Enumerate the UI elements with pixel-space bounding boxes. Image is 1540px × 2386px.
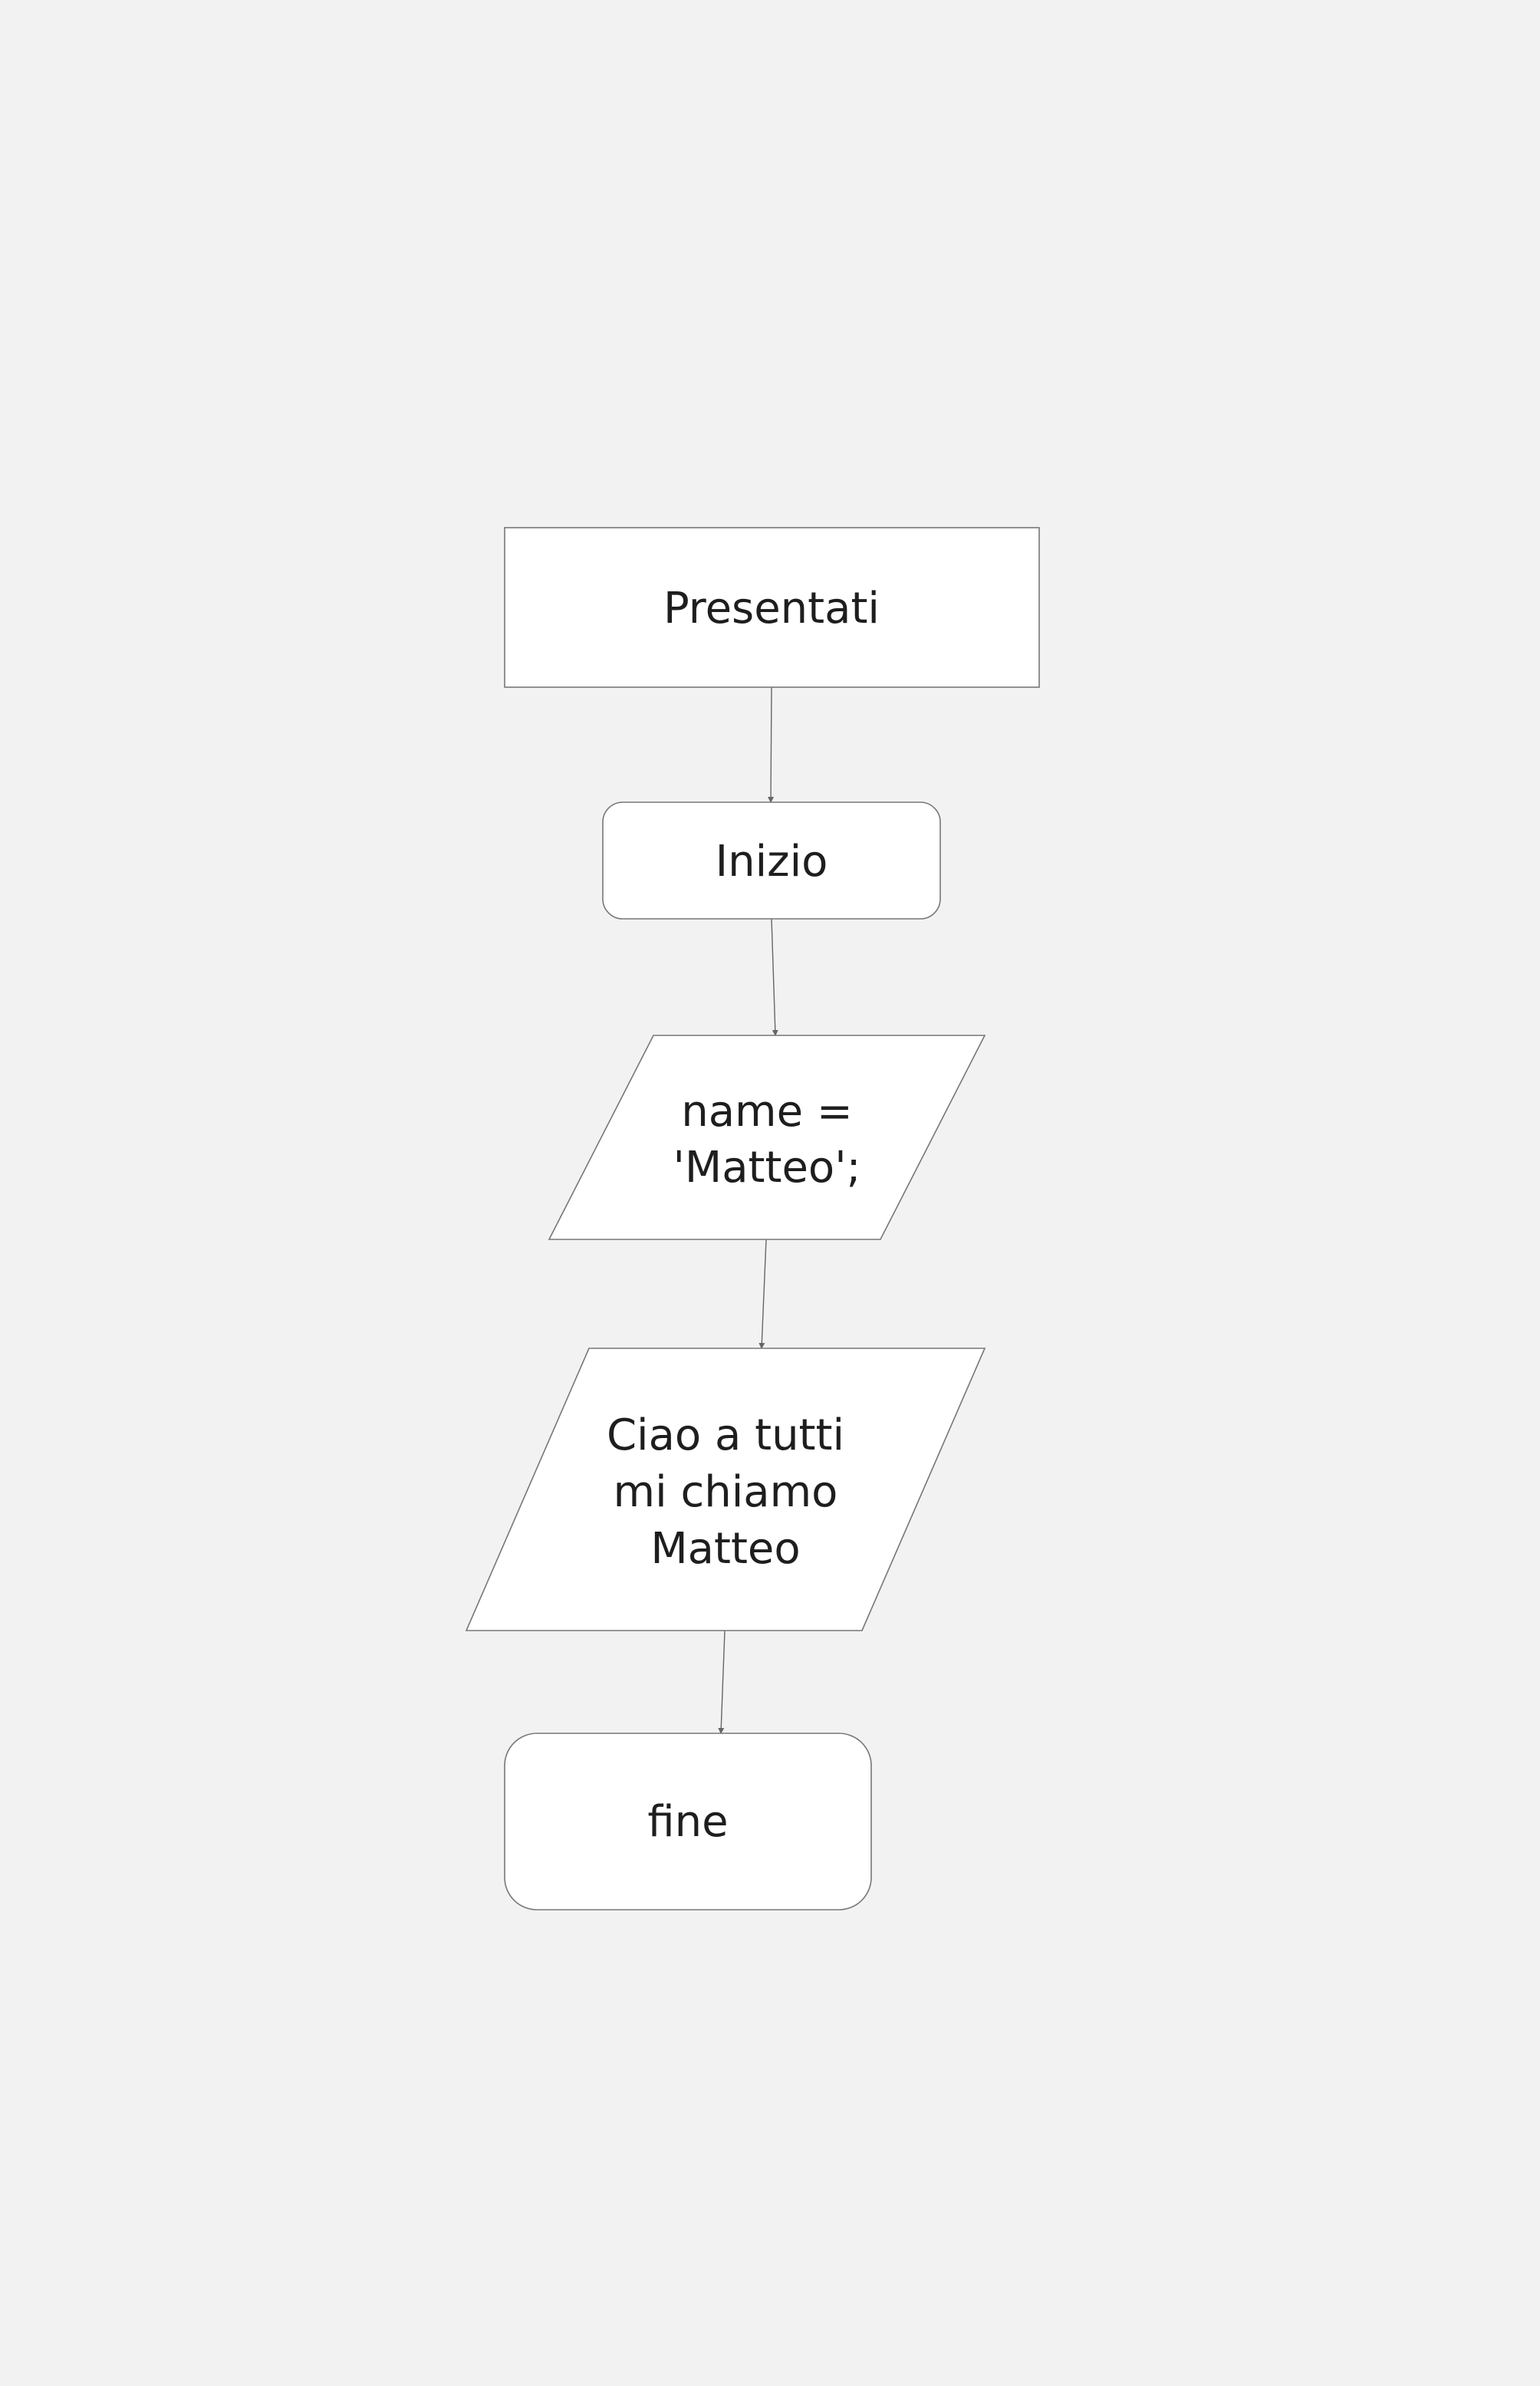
node-inizio[interactable]: Inizio (602, 801, 941, 920)
node-inizio-label: Inizio (716, 837, 828, 887)
node-assign-shape (548, 1035, 986, 1240)
connector-output-to-fine (718, 1630, 726, 1734)
node-assign-line-1: name = (681, 1087, 853, 1137)
node-assign-line-2: 'Matteo'; (673, 1143, 861, 1193)
node-output-line-1: Ciao a tutti (607, 1410, 844, 1460)
node-assign[interactable]: name = 'Matteo'; (548, 1035, 986, 1240)
node-output[interactable]: Ciao a tutti mi chiamo Matteo (465, 1348, 986, 1631)
node-output-line-3: Matteo (650, 1524, 800, 1574)
node-output-line-2: mi chiamo (614, 1467, 838, 1517)
node-presentati[interactable]: Presentati (504, 527, 1040, 688)
connector-assign-to-output (758, 1239, 767, 1349)
flowchart-canvas: Presentati Inizio name = 'Matteo'; Ciao … (465, 527, 1040, 1910)
node-presentati-label: Presentati (663, 584, 880, 634)
connector-inizio-to-assign (771, 918, 778, 1036)
node-fine-label: fine (647, 1797, 728, 1847)
connector-presentati-to-inizio (768, 686, 775, 803)
node-fine[interactable]: fine (504, 1733, 872, 1910)
